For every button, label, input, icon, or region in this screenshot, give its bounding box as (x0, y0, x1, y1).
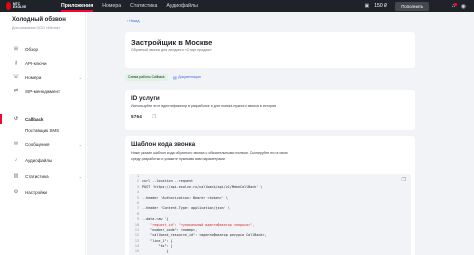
callback-scheme-badge[interactable]: Схема работы Callback (125, 74, 168, 81)
sidebar-item-api-keys[interactable]: ⚷ API-ключи (12, 58, 82, 68)
code-text: --header 'Content-Type: application/json… (142, 206, 230, 211)
settings-icon: ⚙ (13, 189, 19, 195)
code-template-card: Шаблон кода звонка Ниже указан шаблон ко… (125, 136, 415, 255)
code-template-description-2: среду разработки и укажите нужными вам п… (131, 157, 225, 161)
sidebar: Холодный обзвон Для компании ООО «Мечта»… (0, 12, 86, 255)
sidebar-item-callback[interactable]: ↺ Callback (12, 114, 82, 124)
page-subtitle: Обратный звонок для лендинга «Старт прод… (131, 48, 212, 52)
document-icon: ▤ (173, 75, 177, 80)
sidebar-item-sms-provider[interactable]: Поставщик SMS (12, 125, 82, 135)
header-card: Застройщик в Москве Обратный звонок для … (125, 32, 415, 68)
chevron-down-icon: ⌄ (78, 141, 82, 147)
code-lines: 1 2 curl --location --request 3 POST 'https:… (129, 174, 411, 255)
code-text: { (142, 249, 169, 254)
nav-numbers[interactable]: Номера (102, 0, 121, 12)
code-template-description-1: Ниже указан шаблон кода обратного звонка… (131, 151, 288, 155)
sidebar-item-label: Статистика (25, 173, 49, 179)
documentation-link-label: Документация (178, 75, 201, 79)
code-template-heading: Шаблон кода звонка (131, 141, 196, 148)
chevron-down-icon: ⌄ (78, 74, 82, 80)
sidebar-item-label: SIP-менеджмент (25, 88, 61, 94)
top-right-area: ▣ 150 ₽ Пополнить ♫ ◉ (365, 0, 474, 12)
page-title: Застройщик в Москве (131, 38, 213, 47)
notifications-bell-icon[interactable]: ♫ (451, 3, 457, 9)
org-subtitle: Для компании ООО «Мечта» (12, 26, 61, 30)
mts-exolve-logo[interactable]: МТС EXOLVE (6, 1, 26, 11)
sidebar-item-label: Настройки (25, 189, 48, 195)
stats-icon: ▥ (13, 173, 19, 179)
sidebar-active-marker (0, 114, 2, 124)
sidebar-item-overview[interactable]: ⊞ Обзор (12, 44, 82, 54)
key-icon: ⚷ (14, 60, 18, 66)
mts-egg-icon (6, 2, 11, 10)
code-text: --header 'Authorization: Bearer <token>'… (142, 195, 228, 200)
sidebar-item-settings[interactable]: ⚙ Настройки (12, 187, 82, 197)
service-id-card: ID услуги Используйте этот идентификатор… (125, 90, 415, 130)
sidebar-item-statistics[interactable]: ▥ Статистика ⌄ (12, 171, 82, 181)
audio-icon: ♪ (14, 157, 18, 163)
callback-icon: ↺ (13, 116, 19, 122)
sidebar-item-label: Обзор (25, 46, 38, 52)
service-id-description: Используйте этот идентификатор в разрабо… (131, 104, 277, 108)
documentation-link[interactable]: ▤ Документация (173, 74, 201, 81)
service-id-value: 5764 (131, 114, 143, 119)
sidebar-item-label: API-ключи (25, 60, 47, 66)
sidebar-item-sip[interactable]: ⇄ SIP-менеджмент (12, 86, 82, 96)
chevron-down-icon: ⌄ (78, 173, 82, 179)
top-bar: МТС EXOLVE Приложения Номера Статистика … (0, 0, 474, 12)
topup-button[interactable]: Пополнить (395, 1, 430, 11)
code-text: POST 'https://api.exolve.ru/callback/api… (142, 184, 263, 189)
back-link[interactable]: ‹ Назад (127, 19, 140, 23)
org-title: Холодный обзвон (12, 17, 66, 23)
logo-text-line2: EXOLVE (13, 5, 27, 9)
balance-icon: ▣ (364, 3, 370, 9)
code-block[interactable]: ❐ 1 2 curl --location --request 3 POST 'http… (129, 174, 411, 255)
sidebar-item-audio[interactable]: ♪ Аудиофайлы (12, 155, 82, 165)
balance-value: 150 ₽ (374, 3, 388, 9)
phone-icon: ☏ (12, 74, 20, 80)
account-icon[interactable]: ◉ (461, 3, 466, 10)
sidebar-item-messages[interactable]: ✉ Сообщения ⌄ (12, 139, 82, 149)
sip-icon: ⇄ (13, 88, 19, 94)
main-content: ‹ Назад Застройщик в Москве Обратный зво… (87, 12, 474, 255)
notification-dot (454, 3, 457, 6)
service-id-heading: ID услуги (131, 95, 160, 102)
sidebar-item-label: Callback (25, 116, 44, 122)
grid-icon: ⊞ (13, 46, 19, 52)
copy-icon[interactable]: ❐ (152, 114, 156, 120)
nav-audio-files[interactable]: Аудиофайлы (166, 0, 197, 12)
copy-code-icon[interactable]: ❐ (402, 177, 406, 183)
sidebar-item-label: Аудиофайлы (25, 157, 53, 163)
sidebar-item-label: Номера (25, 74, 42, 80)
message-icon: ✉ (13, 141, 19, 147)
sidebar-item-numbers[interactable]: ☏ Номера ⌄ (12, 72, 82, 82)
nav-statistics[interactable]: Статистика (130, 0, 157, 12)
sidebar-item-label: Сообщения (25, 141, 50, 147)
main-nav: Приложения Номера Статистика Аудиофайлы (61, 0, 207, 12)
nav-applications[interactable]: Приложения (61, 0, 94, 12)
sidebar-item-label: Поставщик SMS (25, 127, 60, 133)
